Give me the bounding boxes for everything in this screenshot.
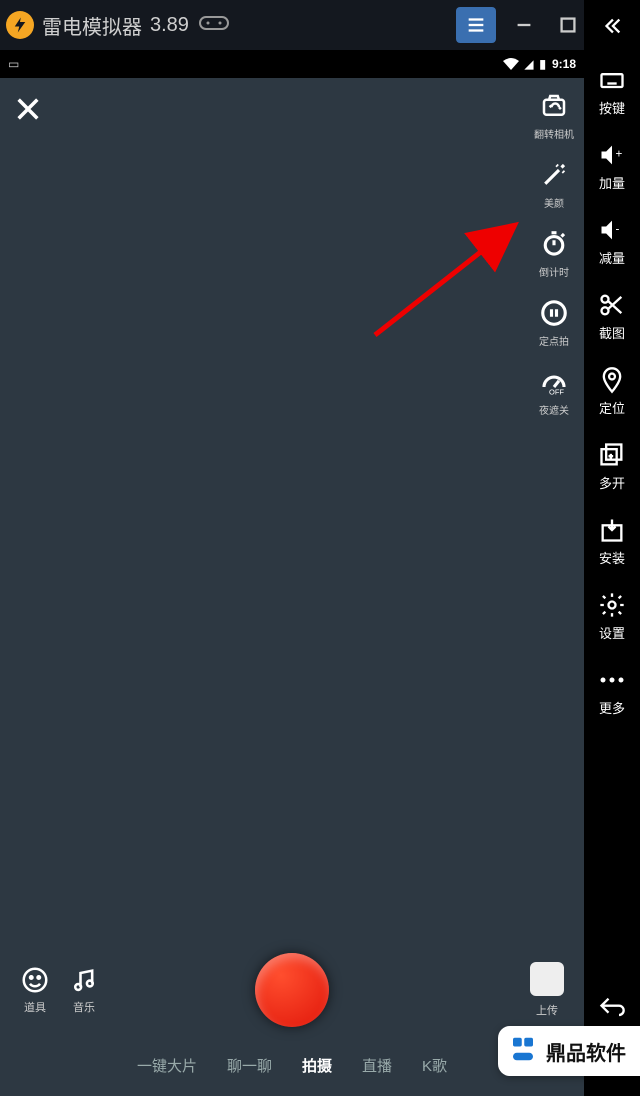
menu-button[interactable]	[456, 7, 496, 43]
sidebar-collapse[interactable]	[601, 8, 623, 44]
watermark-text: 鼎品软件	[546, 1037, 626, 1066]
props-button[interactable]: 道具	[20, 965, 50, 1015]
volume-down-icon: -	[598, 214, 626, 246]
upload-button[interactable]: 上传	[530, 962, 564, 1018]
wifi-icon	[503, 58, 519, 70]
phone-screen: ▭ ◢ ▮ 9:18 翻转相机 美颜 倒计时 定点拍 OFF	[0, 50, 584, 1096]
minimize-button[interactable]	[502, 0, 546, 50]
install-icon	[598, 514, 626, 546]
record-button[interactable]	[255, 953, 329, 1027]
more-icon	[598, 664, 626, 696]
android-back[interactable]	[598, 984, 626, 1032]
flip-camera-icon	[538, 90, 570, 122]
app-title: 雷电模拟器	[42, 11, 142, 40]
tablet-icon: ▭	[8, 57, 19, 71]
keyboard-icon	[598, 64, 626, 96]
sidebar-item-keyboard[interactable]: 按键	[598, 64, 626, 117]
music-button[interactable]: 音乐	[70, 965, 98, 1015]
scissors-icon	[598, 289, 626, 321]
fixed-point-button[interactable]: 定点拍	[538, 297, 570, 348]
watermark-logo-icon	[508, 1034, 538, 1069]
titlebar: 雷电模拟器 3.89	[0, 0, 640, 50]
tab-live[interactable]: 直播	[362, 1055, 392, 1076]
svg-text:OFF: OFF	[549, 388, 564, 397]
bottom-controls: 道具 音乐 上传	[0, 962, 584, 1018]
camera-tools: 翻转相机 美颜 倒计时 定点拍 OFF 夜遮关	[534, 90, 574, 417]
annotation-arrow	[360, 205, 530, 355]
sidebar-item-multi[interactable]: 多开	[598, 439, 626, 492]
timer-icon	[538, 228, 570, 260]
close-camera-button[interactable]	[14, 95, 42, 128]
battery-icon: ▮	[539, 57, 546, 71]
sidebar-item-settings[interactable]: 设置	[598, 589, 626, 642]
gear-icon	[598, 589, 626, 621]
pause-circle-icon	[538, 297, 570, 329]
mode-tabs: 一键大片 聊一聊 拍摄 直播 K歌	[0, 1055, 584, 1076]
svg-text:+: +	[616, 147, 623, 160]
sidebar-item-volume-up[interactable]: + 加量	[598, 139, 626, 192]
flip-camera-button[interactable]: 翻转相机	[534, 90, 574, 141]
emulator-sidebar: 按键 + 加量 - 减量 截图 定位 多开 安装 设置 更多	[584, 0, 640, 1096]
beauty-icon	[538, 159, 570, 191]
app-version: 3.89	[150, 14, 189, 37]
signal-icon: ◢	[525, 58, 533, 71]
location-icon	[598, 364, 626, 396]
tab-onekey[interactable]: 一键大片	[137, 1055, 197, 1076]
volume-up-icon: +	[598, 139, 626, 171]
tab-shoot[interactable]: 拍摄	[302, 1055, 332, 1076]
smiley-icon	[20, 965, 50, 995]
tab-ksong[interactable]: K歌	[422, 1055, 447, 1076]
beauty-button[interactable]: 美颜	[538, 159, 570, 210]
svg-text:-: -	[616, 222, 620, 235]
tab-chat[interactable]: 聊一聊	[227, 1055, 272, 1076]
gamepad-icon[interactable]	[199, 13, 229, 38]
sidebar-item-volume-down[interactable]: - 减量	[598, 214, 626, 267]
app-logo	[6, 11, 34, 39]
speed-icon: OFF	[538, 366, 570, 398]
upload-thumbnail	[530, 962, 564, 996]
sidebar-item-screenshot[interactable]: 截图	[598, 289, 626, 342]
sidebar-item-install[interactable]: 安装	[598, 514, 626, 567]
speed-button[interactable]: OFF 夜遮关	[538, 366, 570, 417]
sidebar-item-location[interactable]: 定位	[598, 364, 626, 417]
timer-button[interactable]: 倒计时	[538, 228, 570, 279]
sidebar-item-more[interactable]: 更多	[598, 664, 626, 717]
watermark-badge: 鼎品软件	[498, 1026, 640, 1076]
music-icon	[70, 965, 98, 995]
android-statusbar: ▭ ◢ ▮ 9:18	[0, 50, 584, 78]
status-time: 9:18	[552, 57, 576, 71]
multi-icon	[598, 439, 626, 471]
